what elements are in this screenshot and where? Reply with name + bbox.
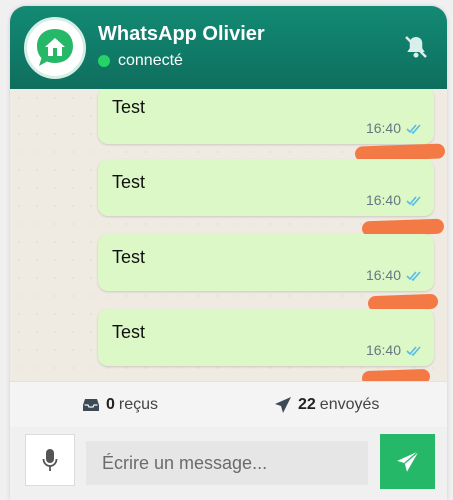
- inbox-icon: [83, 398, 99, 411]
- message-text: Test: [112, 247, 146, 267]
- double-check-icon: [406, 345, 421, 356]
- send-button[interactable]: [380, 434, 435, 489]
- message-time: 16:40: [365, 267, 401, 283]
- sent-count: 22: [298, 395, 316, 413]
- message-meta: 16:40: [366, 342, 422, 358]
- double-check-icon: [406, 270, 421, 281]
- message-text: Test: [112, 172, 146, 192]
- message-time: 16:40: [365, 192, 401, 208]
- bell-off-icon: [405, 36, 427, 58]
- received-stat: 0 reçus: [82, 396, 158, 414]
- sent-stat: 22 envoyés: [274, 396, 379, 414]
- avatar: [24, 17, 86, 79]
- message-meta: 16:40: [366, 267, 422, 283]
- microphone-button[interactable]: [25, 434, 75, 486]
- redaction-mark: [361, 368, 431, 381]
- message-meta: 16:40: [366, 120, 422, 136]
- paper-plane-icon: [275, 396, 291, 413]
- message-text: Test: [112, 97, 146, 117]
- double-check-icon: [406, 123, 421, 134]
- send-icon: [396, 450, 419, 472]
- message-bubble: Test 16:40: [98, 309, 434, 366]
- received-count: 0: [106, 395, 115, 413]
- online-dot: [98, 55, 110, 67]
- message-meta: 16:40: [366, 192, 422, 208]
- received-label: reçus: [118, 395, 159, 413]
- message-time: 16:40: [365, 120, 401, 136]
- message-time: 16:40: [365, 342, 401, 358]
- composer: [10, 427, 447, 500]
- message-bubble: Test 16:40: [98, 159, 434, 216]
- house-chat-icon: [37, 29, 73, 66]
- message-bubble: Test 16:40: [98, 89, 434, 144]
- message-bubble: Test 16:40: [98, 234, 434, 291]
- chat-widget: WhatsApp Olivier connecté Test 16:40 Tes…: [10, 6, 447, 500]
- message-stats: 0 reçus 22 envoyés: [10, 381, 447, 427]
- chat-title: WhatsApp Olivier: [98, 23, 265, 45]
- message-list[interactable]: Test 16:40 Test 16:40 Test 16:40 Test 16…: [10, 89, 447, 381]
- double-check-icon: [406, 195, 421, 206]
- chat-header: WhatsApp Olivier connecté: [10, 6, 447, 89]
- sent-label: envoyés: [319, 395, 380, 413]
- status-text: connecté: [118, 52, 183, 69]
- connection-status: connecté: [98, 52, 183, 70]
- message-text: Test: [112, 322, 146, 342]
- mute-notifications-button[interactable]: [401, 32, 431, 62]
- microphone-icon: [42, 449, 58, 471]
- message-input[interactable]: [86, 441, 368, 485]
